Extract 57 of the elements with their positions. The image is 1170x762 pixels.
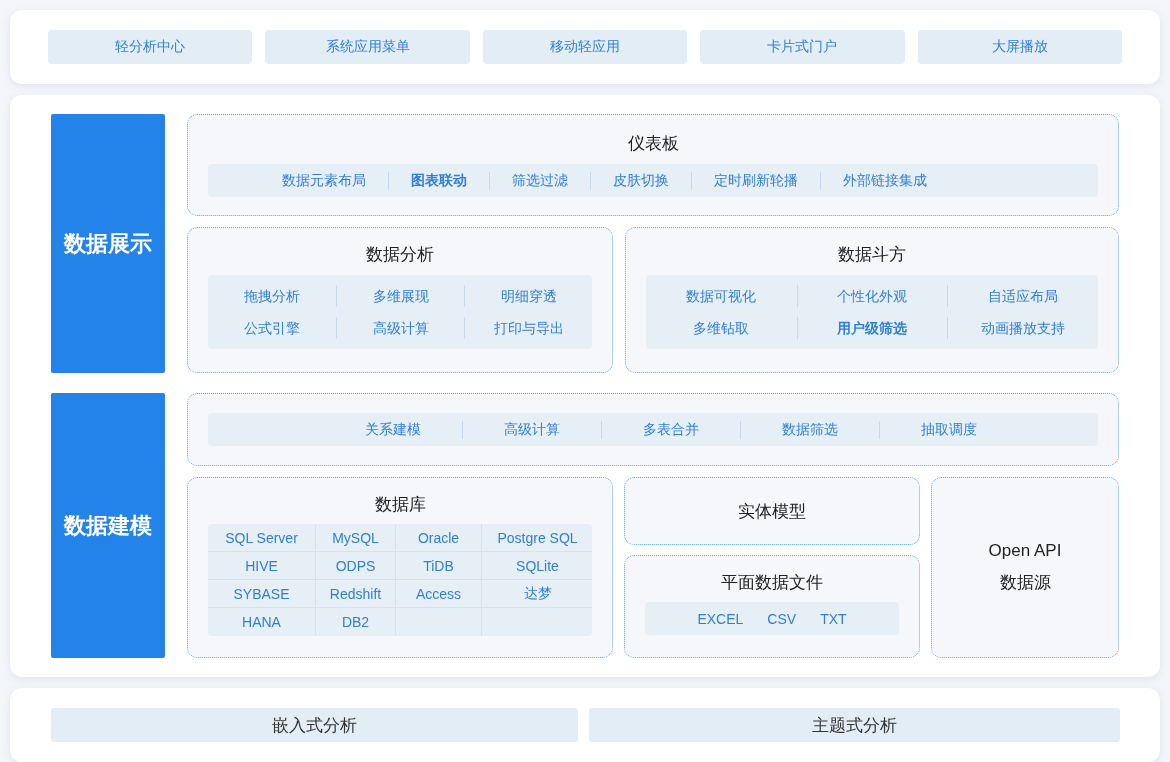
feature-label: 数据筛选: [740, 420, 879, 439]
table-cell: SYBASE: [208, 580, 316, 608]
feature-label: 多维钻取: [692, 319, 751, 338]
feature-label: 关系建模: [364, 420, 422, 439]
module-title: Open API: [988, 541, 1062, 561]
table-cell: DB2: [316, 608, 396, 636]
module-title: 仪表板: [627, 133, 679, 155]
menu-button[interactable]: 卡片式门户: [700, 30, 905, 64]
module-title: 数据斗方: [838, 244, 906, 266]
feature-label: 筛选过滤: [489, 171, 590, 190]
menu-button[interactable]: 主题式分析: [589, 708, 1120, 742]
menu-button[interactable]: 系统应用菜单: [265, 30, 470, 64]
feature-label: 定时刷新轮播: [691, 171, 820, 190]
table-cell: 达梦: [482, 580, 592, 608]
module-title: 实体模型: [738, 500, 806, 523]
section-label: 数据展示: [51, 114, 165, 373]
table-cell: SQL Server: [208, 524, 316, 552]
feature-label: 抽取调度: [879, 420, 1018, 439]
feature-label: 高级计算: [336, 317, 464, 339]
feature-label: 高级计算: [462, 420, 601, 439]
feature-label: 自适应布局: [947, 285, 1098, 307]
feature-label: 数据元素布局: [281, 171, 367, 190]
feature-label: 外部链接集成: [820, 171, 949, 190]
table-cell: HANA: [208, 608, 316, 636]
feature-label: 公式引擎: [243, 319, 301, 338]
menu-button[interactable]: 嵌入式分析: [51, 708, 578, 742]
menu-button[interactable]: 大屏播放: [917, 30, 1123, 64]
table-cell: Postgre SQL: [482, 524, 592, 552]
format-label: TXT: [819, 610, 848, 627]
menu-button[interactable]: 轻分析中心: [48, 30, 253, 64]
feature-label: 动画播放支持: [947, 317, 1098, 339]
feature-label: 图表联动: [388, 171, 489, 190]
format-label: CSV: [766, 610, 798, 627]
feature-label: 多维展现: [336, 285, 464, 307]
feature-label: 拖拽分析: [243, 287, 301, 306]
module-title: 平面数据文件: [721, 572, 823, 594]
module-title: 数据分析: [366, 244, 434, 266]
section-label: 数据建模: [51, 393, 165, 658]
module-title: 数据源: [999, 572, 1051, 594]
feature-label: 明细穿透: [464, 285, 592, 307]
feature-label: 多表合并: [601, 420, 740, 439]
table-cell: Access: [396, 580, 482, 608]
feature-label: 用户级筛选: [796, 317, 948, 339]
format-label: EXCEL: [696, 610, 745, 627]
module-title: 数据库: [374, 494, 426, 516]
table-cell: MySQL: [316, 524, 396, 552]
feature-label: 皮肤切换: [590, 171, 691, 190]
menu-button[interactable]: 移动轻应用: [482, 30, 688, 64]
table-cell: TiDB: [396, 552, 482, 580]
table-cell: ODPS: [316, 552, 396, 580]
table-cell: Redshift: [316, 580, 396, 608]
table-cell: HIVE: [208, 552, 316, 580]
table-cell: Oracle: [396, 524, 482, 552]
feature-label: 打印与导出: [464, 317, 592, 339]
feature-label: 数据可视化: [685, 287, 758, 306]
table-cell: SQLite: [482, 552, 592, 580]
feature-label: 个性化外观: [796, 285, 948, 307]
